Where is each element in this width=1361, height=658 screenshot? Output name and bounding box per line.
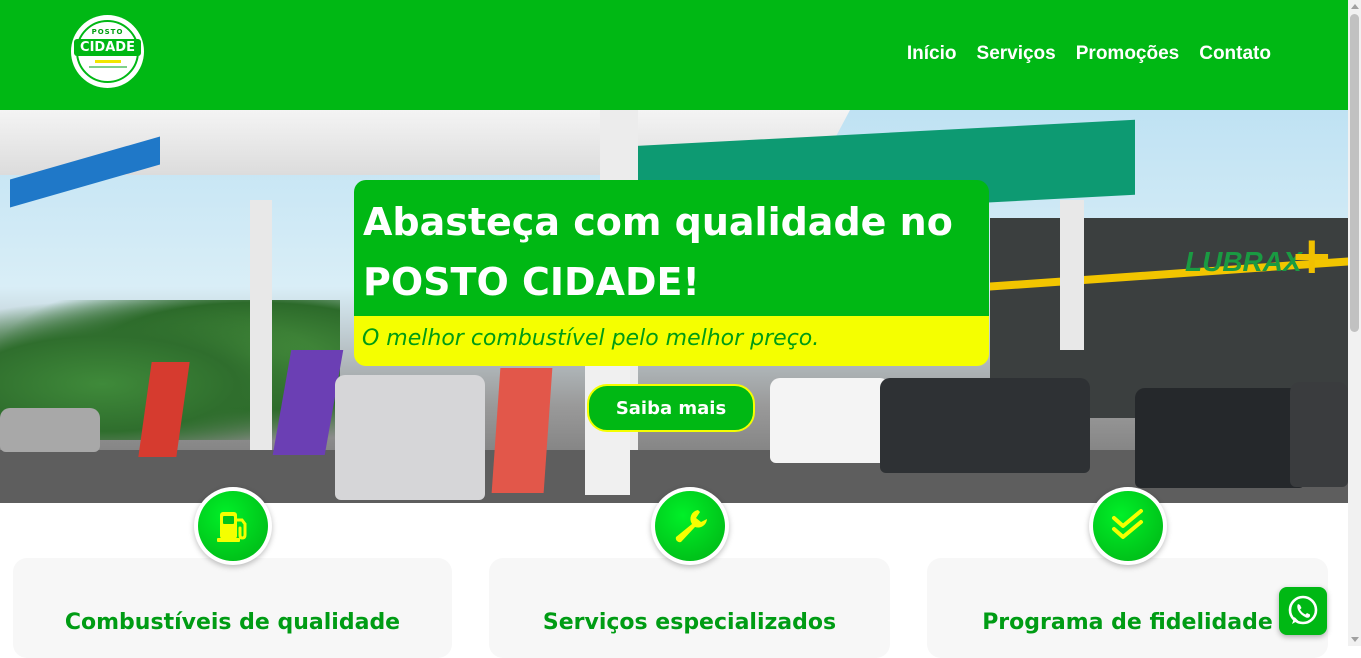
scroll-up-arrow-icon[interactable]	[1351, 4, 1359, 9]
car	[335, 375, 485, 500]
card-title: Serviços especializados	[542, 610, 837, 635]
nav-link-promocoes[interactable]: Promoções	[1076, 43, 1179, 65]
van	[770, 378, 890, 463]
logo-tagline-line	[89, 66, 127, 68]
posto-cidade-logo[interactable]: POSTO CIDADE	[71, 15, 144, 88]
feature-card-combustiveis[interactable]: Combustíveis de qualidade	[13, 558, 452, 658]
page-scrollbar[interactable]	[1348, 0, 1361, 646]
card-title: Combustíveis de qualidade	[64, 610, 401, 635]
main-nav: Início Serviços Promoções Contato	[907, 43, 1271, 65]
wrench-icon	[655, 491, 725, 561]
logo-main-text: CIDADE	[74, 39, 141, 56]
site-header: POSTO CIDADE Início Serviços Promoções C…	[0, 0, 1348, 110]
nav-link-servicos[interactable]: Serviços	[977, 43, 1056, 65]
hero-subtitle: O melhor combustível pelo melhor preço.	[354, 316, 989, 366]
scrollbar-thumb[interactable]	[1350, 14, 1359, 332]
card-icon-badge	[651, 487, 729, 565]
whatsapp-button[interactable]	[1279, 587, 1327, 635]
double-check-icon	[1093, 491, 1163, 561]
card-icon-badge	[1089, 487, 1167, 565]
logo-stripe	[95, 60, 121, 63]
lubrax-plus-sign: +	[1290, 226, 1334, 286]
whatsapp-icon	[1288, 595, 1318, 625]
nav-link-inicio[interactable]: Início	[907, 43, 957, 65]
feature-card-fidelidade[interactable]: Programa de fidelidade	[927, 558, 1328, 658]
car	[880, 378, 1090, 473]
lubrax-sign: LUBRAX	[1185, 246, 1302, 277]
saiba-mais-button[interactable]: Saiba mais	[587, 384, 755, 432]
card-title: Programa de fidelidade	[982, 610, 1273, 635]
fuel-pump-icon	[198, 491, 268, 561]
canopy-pillar	[1060, 200, 1084, 350]
car	[1135, 388, 1305, 488]
promo-flag	[491, 368, 553, 493]
hero-title: Abasteça com qualidade no POSTO CIDADE!	[354, 180, 989, 316]
logo-top-text: POSTO	[91, 28, 124, 36]
card-icon-badge	[194, 487, 272, 565]
nav-link-contato[interactable]: Contato	[1199, 43, 1271, 65]
car	[0, 408, 100, 452]
feature-card-servicos[interactable]: Serviços especializados	[489, 558, 890, 658]
car	[1290, 382, 1348, 487]
scroll-down-arrow-icon[interactable]	[1351, 637, 1359, 642]
